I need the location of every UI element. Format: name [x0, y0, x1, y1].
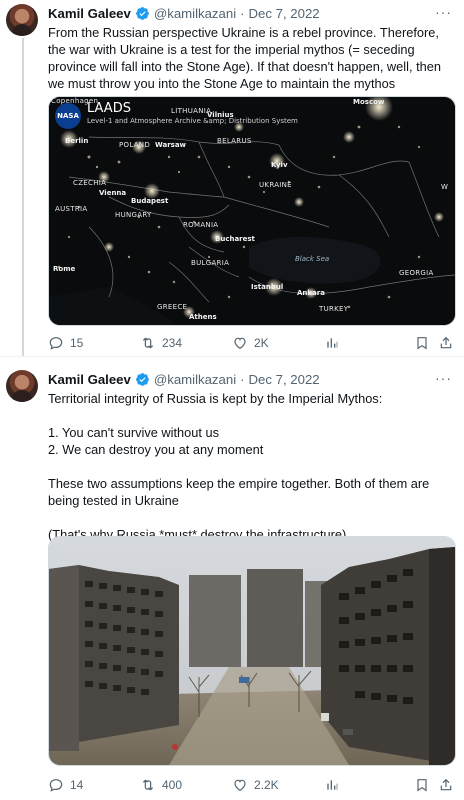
map-title: LAADS [87, 101, 131, 116]
map-label: Athens [189, 313, 217, 321]
map-label: HUNGARY [115, 211, 152, 219]
tweet-text: Territorial integrity of Russia is kept … [48, 390, 456, 543]
retweet-button[interactable]: 400 [140, 775, 182, 795]
tweet-text: From the Russian perspective Ukraine is … [48, 24, 456, 92]
separator-dot: · [240, 5, 245, 21]
map-label: BULGARIA [191, 259, 230, 267]
map-label-sea: Black Sea [295, 255, 330, 263]
bookmark-button[interactable] [414, 775, 430, 795]
reply-icon [49, 337, 63, 350]
reply-button[interactable]: 14 [48, 775, 83, 795]
retweet-count: 400 [162, 778, 183, 792]
tweet-date[interactable]: Dec 7, 2022 [249, 372, 320, 387]
tweet-text-line: From the Russian perspective Ukraine is … [48, 25, 441, 91]
map-label: Istanbul [251, 283, 284, 291]
like-count: 2.2K [254, 778, 279, 792]
like-button[interactable]: 2K [232, 333, 269, 353]
more-icon[interactable]: ··· [435, 370, 452, 386]
author-name[interactable]: Kamil Galeev [48, 372, 131, 387]
like-button[interactable]: 2.2K [232, 775, 279, 795]
like-icon [234, 779, 246, 792]
tweet-header: Kamil Galeev @kamilkazani · Dec 7, 2022 [48, 4, 320, 22]
map-label: LITHUANIA [171, 107, 212, 115]
tweet[interactable]: Kamil Galeev @kamilkazani · Dec 7, 2022 … [0, 366, 464, 800]
map-label: AUSTRIA [55, 205, 88, 213]
tweet-actions: 15 234 2K [48, 333, 454, 353]
share-button[interactable] [438, 775, 454, 795]
map-subtitle: Level-1 and Atmosphere Archive &amp; Dis… [87, 117, 298, 125]
map-label: Bucharest [215, 235, 255, 243]
reply-count: 15 [70, 336, 84, 350]
map-label: Budapest [131, 197, 169, 205]
retweet-icon [142, 779, 154, 791]
map-label: CZECHIA [73, 179, 107, 187]
reply-button[interactable]: 15 [48, 333, 83, 353]
map-label: UKRAINE [259, 181, 292, 189]
like-count: 2K [254, 336, 269, 350]
views-button[interactable] [324, 333, 340, 353]
share-button[interactable] [438, 333, 454, 353]
retweet-count: 234 [162, 336, 183, 350]
more-icon[interactable]: ··· [435, 4, 452, 20]
tweet-text-line: 1. You can't survive without us [48, 425, 220, 440]
tweet-text-line: 2. We can destroy you at any moment [48, 442, 264, 457]
map-label: W [441, 183, 449, 191]
bookmark-icon [417, 337, 427, 350]
views-icon [327, 338, 338, 348]
map-label: POLAND [119, 141, 151, 149]
views-button[interactable] [324, 775, 340, 795]
reply-count: 14 [70, 778, 84, 792]
avatar[interactable] [6, 370, 38, 402]
tweet-media-destroyed-buildings-photo[interactable] [48, 536, 456, 766]
retweet-button[interactable]: 234 [140, 333, 182, 353]
separator-dot: · [240, 371, 245, 387]
tweet-header: Kamil Galeev @kamilkazani · Dec 7, 2022 [48, 370, 320, 388]
map-label: Kyiv [271, 161, 288, 169]
nasa-logo: NASA [55, 103, 81, 129]
map-label: BELARUS [217, 137, 252, 145]
map-label: GREECE [157, 303, 188, 311]
tweet-text-line: These two assumptions keep the empire to… [48, 476, 430, 508]
share-icon [440, 778, 452, 791]
tweet-text-line: Territorial integrity of Russia is kept … [48, 391, 383, 406]
map-label: ROMANIA [183, 221, 219, 229]
map-label: Berlin [65, 137, 89, 145]
retweet-icon [142, 337, 154, 349]
tweet-media-night-map[interactable]: NASA Copenhagen LAADS Level-1 and Atmosp… [48, 96, 456, 326]
map-label: Vienna [99, 189, 127, 197]
tweet-actions: 14 400 2.2K [48, 775, 454, 795]
map-label: Moscow [353, 98, 385, 106]
destroyed-buildings-photo [49, 537, 455, 765]
map-label: GEORGIA [399, 269, 434, 277]
reply-icon [49, 779, 63, 792]
author-name[interactable]: Kamil Galeev [48, 6, 131, 21]
tweet[interactable]: Kamil Galeev @kamilkazani · Dec 7, 2022 … [0, 0, 464, 356]
tweet-date[interactable]: Dec 7, 2022 [249, 6, 320, 21]
map-label: Warsaw [155, 141, 187, 149]
map-label: Rome [53, 265, 76, 273]
verified-badge-icon [135, 372, 149, 386]
map-label: Ankara [297, 289, 325, 297]
share-icon [440, 336, 452, 349]
author-handle[interactable]: @kamilkazani [154, 372, 236, 387]
avatar[interactable] [6, 4, 38, 36]
views-icon [327, 780, 338, 790]
verified-badge-icon [135, 6, 149, 20]
bookmark-button[interactable] [414, 333, 430, 353]
map-label: TURKEY [319, 305, 349, 313]
map-label: Vilnius [207, 111, 234, 119]
bookmark-icon [417, 779, 427, 792]
like-icon [234, 337, 246, 350]
tweet-divider [0, 356, 464, 357]
author-handle[interactable]: @kamilkazani [154, 6, 236, 21]
